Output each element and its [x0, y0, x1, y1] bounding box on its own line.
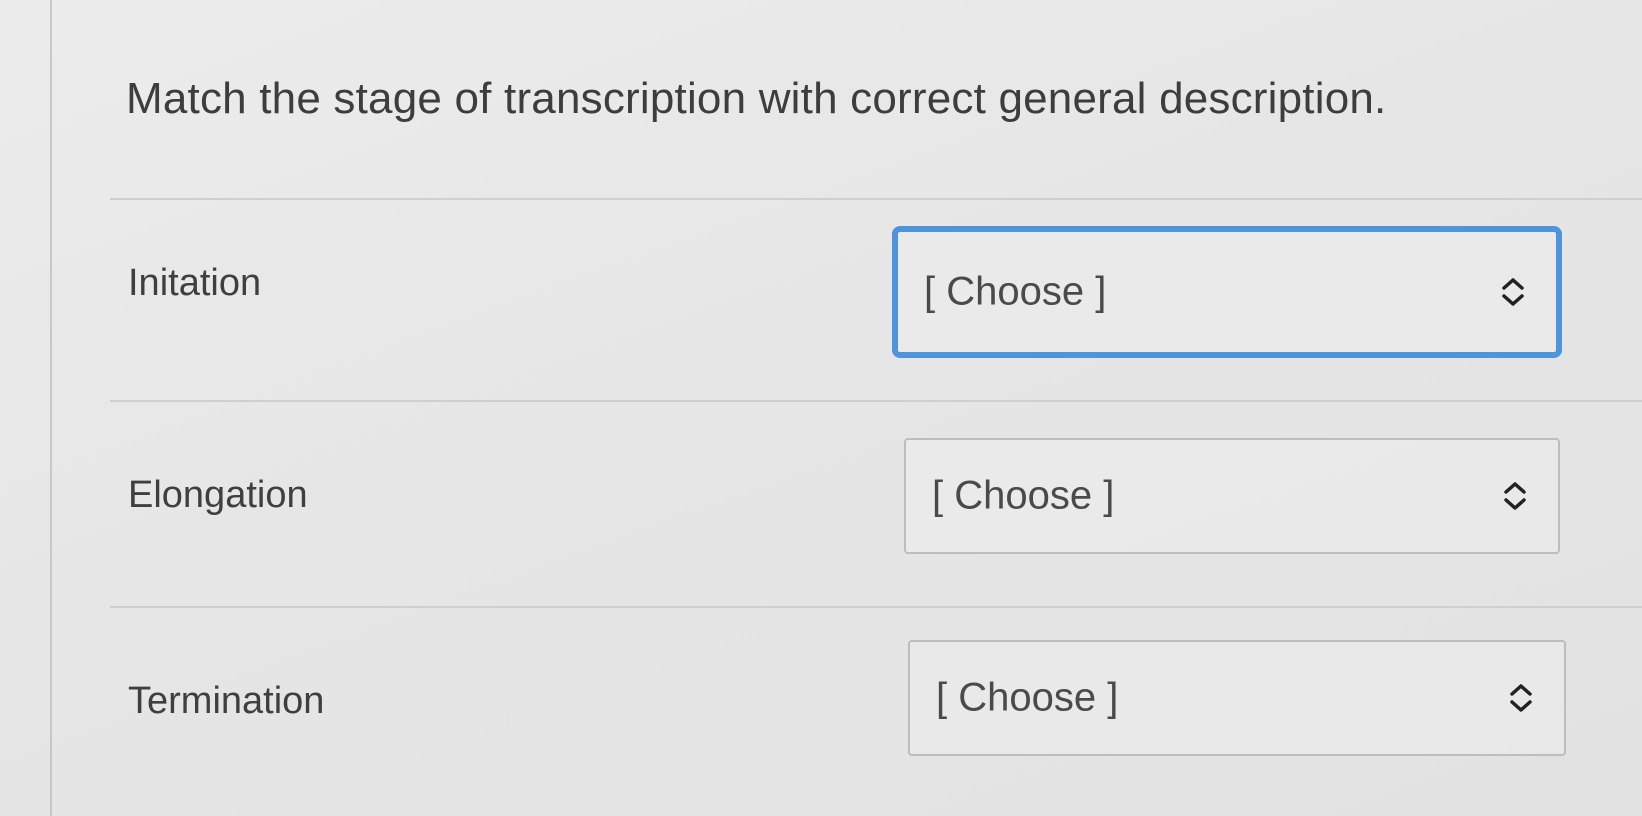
- answer-select-elongation[interactable]: [ Choose ]: [904, 438, 1560, 554]
- quiz-question-screen: Match the stage of transcription with co…: [0, 0, 1642, 816]
- left-border: [50, 0, 52, 816]
- divider: [110, 400, 1642, 402]
- select-value: [ Choose ]: [936, 675, 1119, 720]
- divider: [110, 198, 1642, 200]
- select-value: [ Choose ]: [932, 473, 1115, 518]
- updown-chevron-icon: [1504, 482, 1526, 510]
- updown-chevron-icon: [1510, 684, 1532, 712]
- stage-label-elongation: Elongation: [128, 474, 308, 516]
- answer-select-termination[interactable]: [ Choose ]: [908, 640, 1566, 756]
- stage-label-termination: Termination: [128, 680, 325, 722]
- select-value: [ Choose ]: [924, 269, 1107, 314]
- question-title: Match the stage of transcription with co…: [126, 74, 1387, 123]
- divider: [110, 606, 1642, 608]
- answer-select-initiation[interactable]: [ Choose ]: [892, 226, 1562, 358]
- updown-chevron-icon: [1502, 278, 1524, 306]
- stage-label-initiation: Initation: [128, 262, 262, 304]
